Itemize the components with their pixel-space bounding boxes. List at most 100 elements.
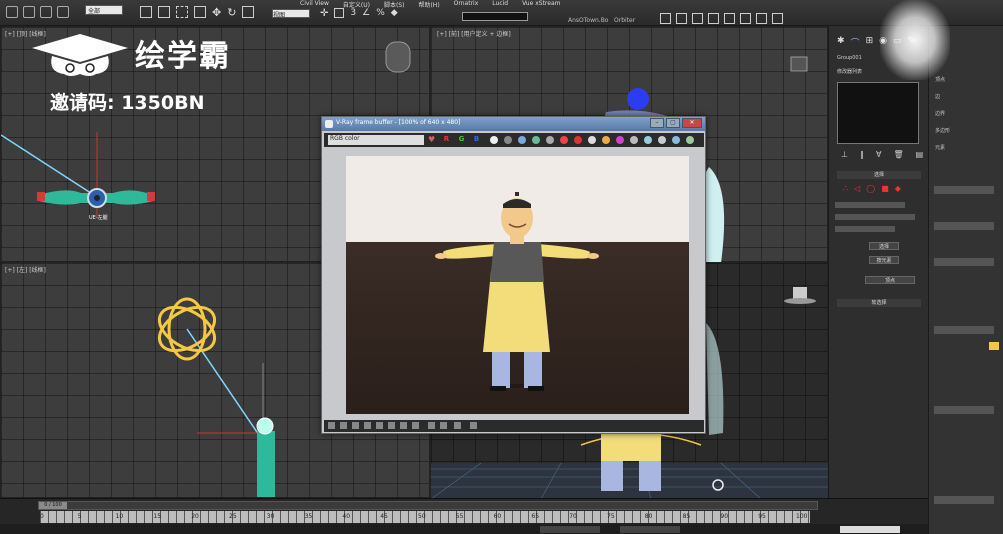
vray-frame-buffer-window[interactable]: V-Ray frame buffer - [100% of 640 x 480]… <box>321 116 706 434</box>
remove-modifier-icon[interactable]: 🗑 <box>893 150 903 159</box>
lut-icon[interactable] <box>428 422 435 429</box>
border-icon[interactable]: ◯ <box>866 184 875 193</box>
show-corrections-icon[interactable] <box>616 136 624 144</box>
soft-selection-rollout-header[interactable]: 软选择 <box>837 299 921 307</box>
activeshade-icon[interactable] <box>756 13 767 24</box>
undo-icon[interactable] <box>6 6 18 18</box>
hierarchy-tab-icon[interactable]: ⊞ <box>866 36 874 49</box>
pivot-icon[interactable]: ✛ <box>320 8 328 19</box>
right-panel-field[interactable] <box>934 222 994 230</box>
right-panel-field[interactable] <box>934 496 994 504</box>
color-picker-icon[interactable]: ♥ <box>428 135 435 144</box>
right-panel-field[interactable] <box>934 186 994 194</box>
red-channel-button[interactable]: R <box>442 135 451 144</box>
ref-coord-dropdown[interactable]: 视图 <box>272 9 310 19</box>
time-slider[interactable]: 0 / 100 <box>38 501 818 510</box>
mono-icon[interactable] <box>504 136 512 144</box>
key-filter-dropdown[interactable] <box>840 526 900 533</box>
scale-icon[interactable] <box>242 6 255 18</box>
menu-item[interactable]: Lucid <box>492 0 508 9</box>
select-by-name-icon[interactable] <box>158 6 170 18</box>
x-coord-field[interactable] <box>540 526 600 533</box>
maximize-button[interactable]: ▢ <box>666 118 680 128</box>
material-editor-icon[interactable] <box>676 13 687 24</box>
force-color-clamp-icon[interactable] <box>630 136 638 144</box>
right-panel-item[interactable]: 边界 <box>935 110 950 117</box>
render-icon[interactable] <box>724 13 735 24</box>
vertex-icon[interactable]: ∴ <box>843 184 848 193</box>
color-swatch[interactable] <box>989 342 999 350</box>
menu-item[interactable]: 帮助(H) <box>418 0 439 9</box>
pixel-info-icon[interactable] <box>644 136 652 144</box>
window-crossing-icon[interactable] <box>194 6 206 18</box>
save-image-icon[interactable] <box>518 136 526 144</box>
lens-effects-icon[interactable] <box>672 136 680 144</box>
schematic-view-icon[interactable] <box>660 13 671 24</box>
link-3ds-icon[interactable] <box>588 136 596 144</box>
pin-stack-icon[interactable]: ⊥ <box>841 150 848 159</box>
display-correction-icon[interactable] <box>658 136 666 144</box>
ocio-icon[interactable] <box>440 422 447 429</box>
color-balance-icon[interactable] <box>376 422 383 429</box>
snap-3d-icon[interactable]: 3 <box>350 8 356 19</box>
stereo-icon[interactable] <box>470 422 477 429</box>
named-selection-set[interactable] <box>462 12 528 21</box>
menu-item[interactable]: Ornatrix <box>454 0 479 9</box>
right-panel-item[interactable]: 边 <box>935 93 950 100</box>
levels-icon[interactable] <box>388 422 395 429</box>
configure-sets-icon[interactable]: ▤ <box>916 150 924 159</box>
track-mouse-icon[interactable] <box>560 136 568 144</box>
curve-icon[interactable] <box>400 422 407 429</box>
select-object-icon[interactable] <box>140 6 152 18</box>
by-element-button[interactable]: 按元素 <box>869 256 899 264</box>
vray-icon[interactable] <box>772 13 783 24</box>
exposure-icon[interactable] <box>340 422 347 429</box>
make-unique-icon[interactable]: ∀ <box>876 150 881 159</box>
clear-image-icon[interactable] <box>546 136 554 144</box>
render-last-icon[interactable] <box>602 136 610 144</box>
close-button[interactable]: ✕ <box>682 118 702 128</box>
modifier-list-dropdown[interactable]: 修改器列表 <box>837 68 862 75</box>
edge-icon[interactable]: ◁ <box>854 184 860 193</box>
minimize-button[interactable]: – <box>650 118 664 128</box>
white-balance-icon[interactable] <box>352 422 359 429</box>
bind-icon[interactable] <box>57 6 69 18</box>
right-panel-field[interactable] <box>934 258 994 266</box>
spinner-snap-icon[interactable]: ◆ <box>391 8 398 19</box>
srgb-icon[interactable] <box>454 422 461 429</box>
angle-snap-icon[interactable]: ∠ <box>362 8 370 19</box>
load-image-icon[interactable] <box>532 136 540 144</box>
vfb-title-bar[interactable]: V-Ray frame buffer - [100% of 640 x 480]… <box>322 117 705 131</box>
rect-select-icon[interactable] <box>176 6 188 18</box>
percent-snap-icon[interactable]: % <box>376 8 385 19</box>
select-button[interactable]: 选择 <box>869 242 899 250</box>
vfb-render-canvas[interactable] <box>346 156 689 414</box>
link-icon[interactable] <box>23 6 35 18</box>
channel-dropdown[interactable]: RGB color <box>328 135 424 145</box>
alpha-icon[interactable] <box>490 136 498 144</box>
hsl-icon[interactable] <box>364 422 371 429</box>
create-tab-icon[interactable]: ✱ <box>837 36 845 49</box>
rotate-icon[interactable]: ↻ <box>227 6 236 19</box>
selection-rollout-header[interactable]: 选择 <box>837 171 921 179</box>
menu-item[interactable]: Vue xStream <box>522 0 560 9</box>
render-setup-icon[interactable] <box>692 13 703 24</box>
polygon-icon[interactable]: ■ <box>881 184 889 193</box>
blue-channel-button[interactable]: B <box>472 135 481 144</box>
right-panel-field[interactable] <box>934 406 994 414</box>
green-channel-button[interactable]: G <box>457 135 466 144</box>
element-icon[interactable]: ◆ <box>895 184 901 193</box>
bg-image-icon[interactable] <box>412 422 419 429</box>
render-iterative-icon[interactable] <box>740 13 751 24</box>
time-slider-handle[interactable]: 0 / 100 <box>39 502 67 509</box>
stamp-icon[interactable] <box>686 136 694 144</box>
right-panel-item[interactable]: 多边形 <box>935 127 950 134</box>
right-panel-item[interactable]: 元素 <box>935 144 950 151</box>
y-coord-field[interactable] <box>620 526 680 533</box>
rendered-frame-icon[interactable] <box>708 13 719 24</box>
selection-filter-dropdown[interactable]: 全部 <box>85 5 123 15</box>
render-region-icon[interactable] <box>574 136 582 144</box>
history-icon[interactable] <box>328 422 335 429</box>
right-panel-field[interactable] <box>934 326 994 334</box>
modify-tab-icon[interactable]: ⌒ <box>851 36 860 49</box>
